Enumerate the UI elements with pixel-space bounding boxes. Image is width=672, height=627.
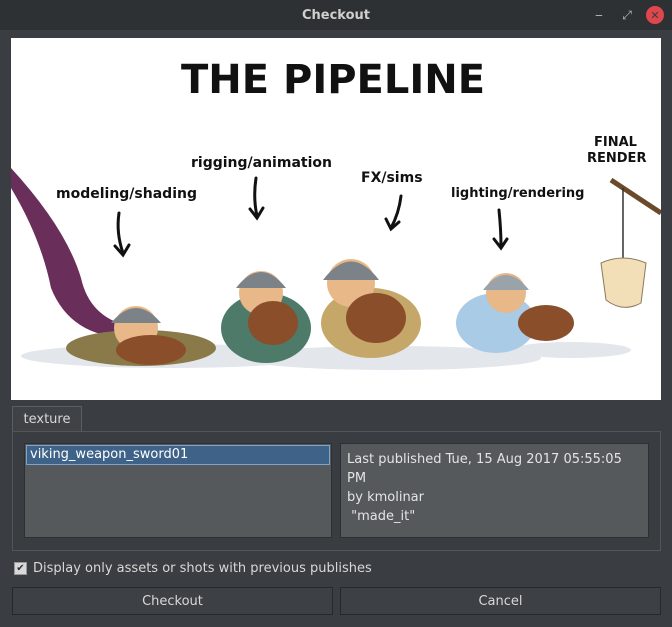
- info-published: Last published Tue, 15 Aug 2017 05:55:05…: [347, 452, 622, 486]
- label-lighting: lighting/rendering: [451, 186, 585, 201]
- label-fx: FX/sims: [361, 170, 423, 186]
- label-rigging: rigging/animation: [191, 155, 332, 171]
- tab-panel: viking_weapon_sword01 Last published Tue…: [12, 431, 661, 551]
- title-bar: Checkout ‒ ⤢ ✕: [0, 0, 672, 30]
- filter-row[interactable]: ✔ Display only assets or shots with prev…: [14, 561, 372, 576]
- window-controls: ‒ ⤢ ✕: [590, 6, 664, 24]
- asset-list[interactable]: viking_weapon_sword01: [24, 443, 332, 538]
- tab-texture[interactable]: texture: [12, 406, 82, 432]
- filter-checkbox[interactable]: ✔: [14, 562, 27, 575]
- cancel-button[interactable]: Cancel: [340, 587, 661, 615]
- list-item[interactable]: viking_weapon_sword01: [26, 445, 330, 465]
- publish-info: Last published Tue, 15 Aug 2017 05:55:05…: [340, 443, 649, 538]
- info-comment: "made_it": [347, 509, 416, 524]
- minimize-icon[interactable]: ‒: [590, 6, 608, 24]
- window-title: Checkout: [301, 7, 370, 23]
- label-render: RENDER: [587, 151, 646, 166]
- filter-label: Display only assets or shots with previo…: [33, 561, 372, 576]
- restore-icon[interactable]: ⤢: [618, 6, 636, 24]
- illustration-title: THE PIPELINE: [181, 57, 485, 103]
- pipeline-svg: THE PIPELINE modeling/shading rigging/an…: [11, 57, 661, 370]
- pipeline-illustration: THE PIPELINE modeling/shading rigging/an…: [11, 38, 661, 400]
- label-final: FINAL: [594, 135, 637, 150]
- close-icon[interactable]: ✕: [646, 6, 664, 24]
- checkout-button[interactable]: Checkout: [12, 587, 333, 615]
- info-author: by kmolinar: [347, 490, 424, 505]
- label-modeling: modeling/shading: [56, 186, 197, 202]
